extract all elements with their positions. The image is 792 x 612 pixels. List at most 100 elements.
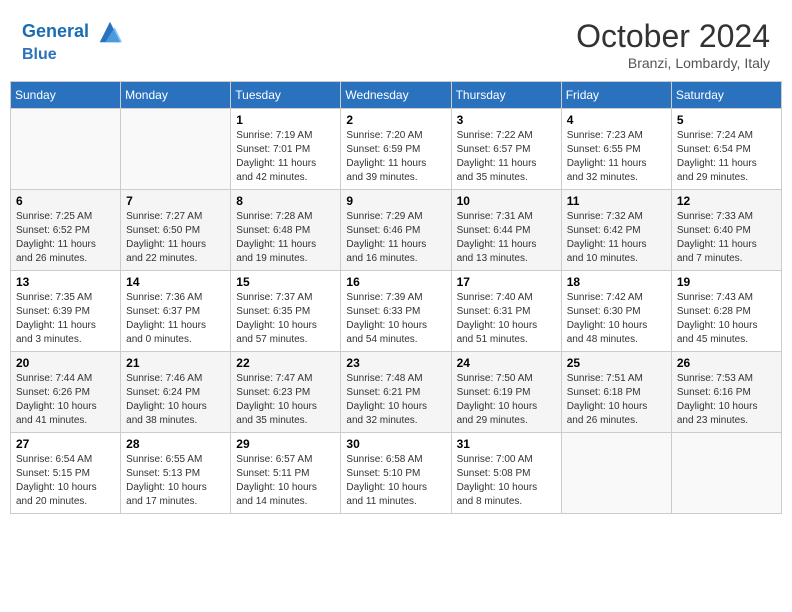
day-info: Sunrise: 7:25 AMSunset: 6:52 PMDaylight:…	[16, 210, 115, 266]
weekday-header-row: SundayMondayTuesdayWednesdayThursdayFrid…	[11, 82, 782, 109]
calendar-cell: 28Sunrise: 6:55 AMSunset: 5:13 PMDayligh…	[121, 433, 231, 514]
calendar-cell: 22 Sunrise: 7:47 AMSunset: 6:23 PMDayligh…	[231, 352, 341, 433]
day-number: 12	[677, 194, 776, 208]
month-title: October 2024	[576, 18, 770, 55]
day-info: Sunrise: 7:50 AMSunset: 6:19 PMDaylight:…	[457, 372, 556, 428]
calendar-cell: 7 Sunrise: 7:27 AMSunset: 6:50 PMDaylight…	[121, 190, 231, 271]
day-info: Sunrise: 7:48 AMSunset: 6:21 PMDaylight:…	[346, 372, 445, 428]
calendar-cell: 20Sunrise: 7:44 AMSunset: 6:26 PMDayligh…	[11, 352, 121, 433]
calendar-table: SundayMondayTuesdayWednesdayThursdayFrid…	[10, 81, 782, 514]
calendar-cell: 12 Sunrise: 7:33 AMSunset: 6:40 PMDayligh…	[671, 190, 781, 271]
calendar-cell: 29 Sunrise: 6:57 AMSunset: 5:11 PMDayligh…	[231, 433, 341, 514]
day-info: Sunrise: 7:39 AMSunset: 6:33 PMDaylight:…	[346, 291, 445, 347]
day-number: 30	[346, 437, 445, 451]
calendar-cell: 18Sunrise: 7:42 AMSunset: 6:30 PMDayligh…	[561, 271, 671, 352]
calendar-cell: 23 Sunrise: 7:48 AMSunset: 6:21 PMDayligh…	[341, 352, 451, 433]
calendar-cell: 25 Sunrise: 7:51 AMSunset: 6:18 PMDayligh…	[561, 352, 671, 433]
calendar-cell: 5 Sunrise: 7:24 AMSunset: 6:54 PMDaylight…	[671, 109, 781, 190]
calendar-cell: 1 Sunrise: 7:19 AMSunset: 7:01 PMDaylight…	[231, 109, 341, 190]
day-number: 2	[346, 113, 445, 127]
day-number: 9	[346, 194, 445, 208]
day-info: Sunrise: 7:00 AMSunset: 5:08 PMDaylight:…	[457, 453, 556, 509]
calendar-cell: 2Sunrise: 7:20 AMSunset: 6:59 PMDaylight…	[341, 109, 451, 190]
day-number: 17	[457, 275, 556, 289]
day-number: 5	[677, 113, 776, 127]
day-number: 25	[567, 356, 666, 370]
calendar-cell	[121, 109, 231, 190]
calendar-week-row: 13 Sunrise: 7:35 AMSunset: 6:39 PMDayligh…	[11, 271, 782, 352]
logo: General Blue	[22, 18, 124, 64]
day-number: 6	[16, 194, 115, 208]
day-number: 22	[236, 356, 335, 370]
day-number: 21	[126, 356, 225, 370]
day-info: Sunrise: 7:35 AMSunset: 6:39 PMDaylight:…	[16, 291, 115, 347]
day-number: 15	[236, 275, 335, 289]
day-number: 11	[567, 194, 666, 208]
day-info: Sunrise: 7:47 AMSunset: 6:23 PMDaylight:…	[236, 372, 335, 428]
weekday-header-monday: Monday	[121, 82, 231, 109]
calendar-cell: 10 Sunrise: 7:31 AMSunset: 6:44 PMDayligh…	[451, 190, 561, 271]
day-number: 13	[16, 275, 115, 289]
weekday-header-saturday: Saturday	[671, 82, 781, 109]
day-info: Sunrise: 7:28 AMSunset: 6:48 PMDaylight:…	[236, 210, 335, 266]
day-info: Sunrise: 7:43 AMSunset: 6:28 PMDaylight:…	[677, 291, 776, 347]
day-info: Sunrise: 6:57 AMSunset: 5:11 PMDaylight:…	[236, 453, 335, 509]
day-number: 16	[346, 275, 445, 289]
calendar-cell: 8 Sunrise: 7:28 AMSunset: 6:48 PMDaylight…	[231, 190, 341, 271]
day-number: 23	[346, 356, 445, 370]
calendar-cell: 11 Sunrise: 7:32 AMSunset: 6:42 PMDayligh…	[561, 190, 671, 271]
calendar-cell: 13 Sunrise: 7:35 AMSunset: 6:39 PMDayligh…	[11, 271, 121, 352]
calendar-cell: 9 Sunrise: 7:29 AMSunset: 6:46 PMDaylight…	[341, 190, 451, 271]
day-number: 1	[236, 113, 335, 127]
weekday-header-wednesday: Wednesday	[341, 82, 451, 109]
calendar-week-row: 20Sunrise: 7:44 AMSunset: 6:26 PMDayligh…	[11, 352, 782, 433]
calendar-cell: 31 Sunrise: 7:00 AMSunset: 5:08 PMDayligh…	[451, 433, 561, 514]
calendar-cell: 16 Sunrise: 7:39 AMSunset: 6:33 PMDayligh…	[341, 271, 451, 352]
day-info: Sunrise: 7:53 AMSunset: 6:16 PMDaylight:…	[677, 372, 776, 428]
title-block: October 2024 Branzi, Lombardy, Italy	[576, 18, 770, 71]
day-info: Sunrise: 7:31 AMSunset: 6:44 PMDaylight:…	[457, 210, 556, 266]
calendar-cell: 4 Sunrise: 7:23 AMSunset: 6:55 PMDaylight…	[561, 109, 671, 190]
day-info: Sunrise: 7:27 AMSunset: 6:50 PMDaylight:…	[126, 210, 225, 266]
calendar-cell: 15 Sunrise: 7:37 AMSunset: 6:35 PMDayligh…	[231, 271, 341, 352]
weekday-header-friday: Friday	[561, 82, 671, 109]
day-number: 3	[457, 113, 556, 127]
calendar-cell	[671, 433, 781, 514]
calendar-cell: 14 Sunrise: 7:36 AMSunset: 6:37 PMDayligh…	[121, 271, 231, 352]
calendar-cell: 24 Sunrise: 7:50 AMSunset: 6:19 PMDayligh…	[451, 352, 561, 433]
day-info: Sunrise: 6:58 AMSunset: 5:10 PMDaylight:…	[346, 453, 445, 509]
day-info: Sunrise: 7:19 AMSunset: 7:01 PMDaylight:…	[236, 129, 335, 185]
calendar-cell: 6 Sunrise: 7:25 AMSunset: 6:52 PMDaylight…	[11, 190, 121, 271]
calendar-cell: 19Sunrise: 7:43 AMSunset: 6:28 PMDayligh…	[671, 271, 781, 352]
day-info: Sunrise: 7:32 AMSunset: 6:42 PMDaylight:…	[567, 210, 666, 266]
calendar-cell: 26Sunrise: 7:53 AMSunset: 6:16 PMDayligh…	[671, 352, 781, 433]
day-number: 7	[126, 194, 225, 208]
day-info: Sunrise: 7:36 AMSunset: 6:37 PMDaylight:…	[126, 291, 225, 347]
day-info: Sunrise: 7:51 AMSunset: 6:18 PMDaylight:…	[567, 372, 666, 428]
day-number: 14	[126, 275, 225, 289]
logo-blue-text: Blue	[22, 46, 124, 64]
calendar-cell: 30 Sunrise: 6:58 AMSunset: 5:10 PMDayligh…	[341, 433, 451, 514]
day-number: 4	[567, 113, 666, 127]
day-number: 8	[236, 194, 335, 208]
day-info: Sunrise: 7:23 AMSunset: 6:55 PMDaylight:…	[567, 129, 666, 185]
calendar-cell: 21Sunrise: 7:46 AMSunset: 6:24 PMDayligh…	[121, 352, 231, 433]
calendar-cell	[11, 109, 121, 190]
day-number: 31	[457, 437, 556, 451]
day-number: 10	[457, 194, 556, 208]
calendar-cell: 27Sunrise: 6:54 AMSunset: 5:15 PMDayligh…	[11, 433, 121, 514]
day-info: Sunrise: 7:24 AMSunset: 6:54 PMDaylight:…	[677, 129, 776, 185]
day-info: Sunrise: 7:44 AMSunset: 6:26 PMDaylight:…	[16, 372, 115, 428]
day-number: 18	[567, 275, 666, 289]
day-number: 29	[236, 437, 335, 451]
logo-icon	[96, 18, 124, 46]
weekday-header-sunday: Sunday	[11, 82, 121, 109]
day-number: 28	[126, 437, 225, 451]
logo-text: General	[22, 18, 124, 46]
day-info: Sunrise: 7:37 AMSunset: 6:35 PMDaylight:…	[236, 291, 335, 347]
calendar-week-row: 6 Sunrise: 7:25 AMSunset: 6:52 PMDaylight…	[11, 190, 782, 271]
day-number: 24	[457, 356, 556, 370]
day-info: Sunrise: 7:29 AMSunset: 6:46 PMDaylight:…	[346, 210, 445, 266]
day-info: Sunrise: 7:33 AMSunset: 6:40 PMDaylight:…	[677, 210, 776, 266]
day-info: Sunrise: 7:22 AMSunset: 6:57 PMDaylight:…	[457, 129, 556, 185]
